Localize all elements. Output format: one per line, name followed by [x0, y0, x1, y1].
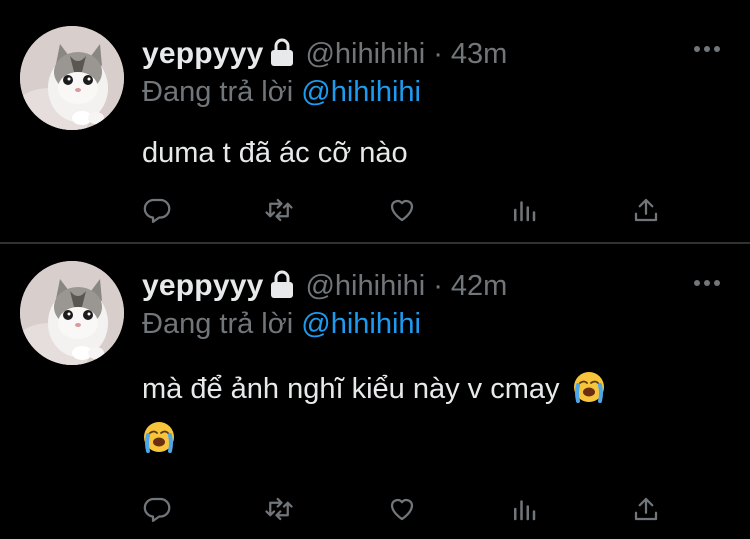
like-button[interactable]: [382, 190, 422, 230]
lock-icon: [269, 269, 295, 299]
user-handle[interactable]: @hihihihi: [305, 38, 425, 71]
stats-icon: [514, 500, 536, 521]
timestamp[interactable]: 42m: [451, 270, 507, 303]
heart-icon: [390, 199, 414, 222]
reply-button[interactable]: [138, 489, 178, 529]
reply-context: Đang trả lời @hihihihi: [142, 76, 421, 109]
tweet-text: duma t đã ác cỡ nào: [142, 137, 408, 169]
reply-prefix: Đang trả lời: [142, 76, 294, 108]
tweet-actions: [0, 190, 750, 230]
crying-face-emoji-icon: [142, 420, 176, 454]
timestamp[interactable]: 43m: [451, 38, 507, 71]
retweet-icon: [265, 497, 293, 521]
avatar[interactable]: [20, 26, 124, 130]
tweet-actions: [0, 489, 750, 529]
kitten-avatar-image: [20, 261, 124, 365]
more-icon[interactable]: [694, 45, 720, 53]
separator-dot: ·: [433, 269, 443, 302]
display-name[interactable]: yeppyyy: [142, 37, 263, 71]
heart-icon: [390, 498, 414, 521]
reply-prefix: Đang trả lời: [142, 308, 294, 340]
tweet-header: yeppyyy @hihihihi · 42m: [142, 266, 507, 306]
share-icon: [634, 497, 658, 521]
kitten-avatar-image: [20, 26, 124, 130]
avatar[interactable]: [20, 261, 124, 365]
lock-icon: [269, 37, 295, 67]
retweet-icon: [265, 198, 293, 222]
tweet-body: mà để ảnh nghĩ kiểu này v cmay: [142, 364, 722, 464]
tweet-header: yeppyyy @hihihihi · 43m: [142, 34, 507, 74]
separator-dot: ·: [433, 37, 443, 70]
reply-context: Đang trả lời @hihihihi: [142, 308, 421, 341]
tweet[interactable]: yeppyyy @hihihihi · 42m Đang trả lời @hi…: [0, 244, 750, 539]
tweet[interactable]: yeppyyy @hihihihi · 43m Đang trả lời @hi…: [0, 0, 750, 243]
share-button[interactable]: [626, 489, 666, 529]
crying-face-emoji-icon: [572, 370, 606, 404]
like-button[interactable]: [382, 489, 422, 529]
display-name[interactable]: yeppyyy: [142, 269, 263, 303]
stats-button[interactable]: [504, 489, 544, 529]
retweet-button[interactable]: [259, 489, 299, 529]
reply-icon: [143, 198, 171, 223]
reply-mention[interactable]: @hihihihi: [301, 308, 421, 340]
user-handle[interactable]: @hihihihi: [305, 270, 425, 303]
stats-button[interactable]: [504, 190, 544, 230]
tweet-text: mà để ảnh nghĩ kiểu này v cmay: [142, 373, 560, 405]
stats-icon: [514, 201, 536, 222]
share-icon: [634, 198, 658, 222]
retweet-button[interactable]: [259, 190, 299, 230]
share-button[interactable]: [626, 190, 666, 230]
more-icon[interactable]: [694, 279, 720, 287]
reply-icon: [143, 497, 171, 522]
reply-button[interactable]: [138, 190, 178, 230]
reply-mention[interactable]: @hihihihi: [301, 76, 421, 108]
